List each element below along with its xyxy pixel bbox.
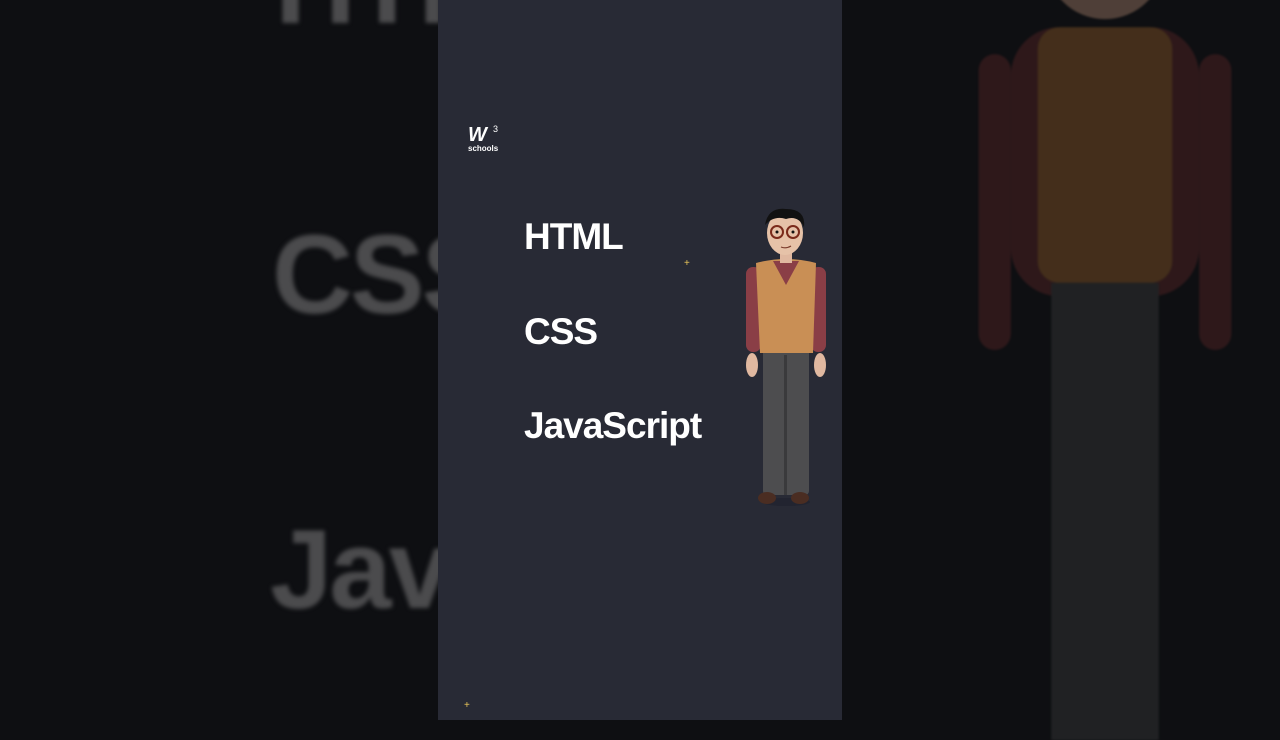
topic-javascript: JavaScript	[524, 405, 702, 446]
blurred-bg-character	[978, 0, 1232, 740]
character-illustration	[746, 208, 826, 506]
video-frame: W 3 schools HTML CSS JavaScript + +	[438, 0, 842, 720]
sparkle-icon: +	[464, 700, 470, 711]
logo-superscript: 3	[493, 124, 499, 134]
sparkle-icon: +	[684, 258, 690, 269]
topic-css: CSS	[524, 311, 598, 352]
logo-wordmark: schools	[468, 144, 499, 153]
w3schools-logo: W 3 schools	[468, 124, 499, 153]
topic-html: HTML	[524, 216, 624, 257]
